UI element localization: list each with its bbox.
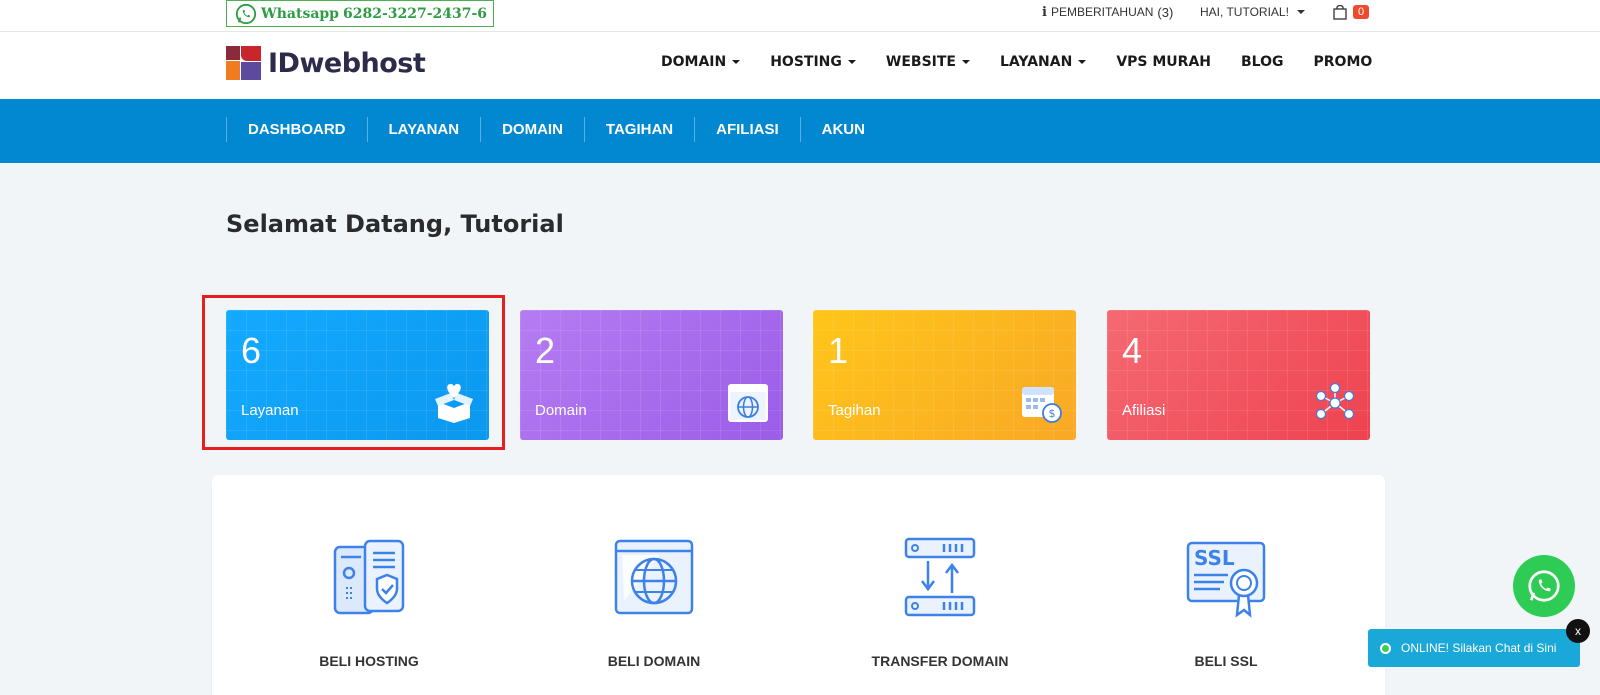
whatsapp-contact-link[interactable]: Whatsapp 6282-3227-2437-6 [226, 0, 495, 27]
client-nav-dashboard[interactable]: DASHBOARD [226, 117, 367, 142]
network-people-icon [1315, 382, 1355, 420]
caret-down-icon [1296, 10, 1305, 14]
nav-item-label: DOMAIN [661, 54, 727, 70]
transfer-domain-action[interactable]: TRANSFER DOMAIN [840, 535, 1040, 669]
user-greeting: HAI, TUTORIAL! [1200, 5, 1289, 19]
svg-text:SSL: SSL [1194, 546, 1235, 570]
user-menu-dropdown[interactable]: HAI, TUTORIAL! [1200, 0, 1305, 24]
buy-domain-action[interactable]: BELI DOMAIN [554, 535, 754, 669]
logo-text: IDwebhost [268, 47, 426, 79]
server-transfer-icon [904, 537, 976, 617]
browser-globe-icon [614, 539, 694, 615]
whatsapp-icon [1528, 570, 1560, 602]
whatsapp-icon [235, 3, 257, 24]
caret-down-icon [732, 60, 741, 64]
whatsapp-chat-button[interactable] [1513, 555, 1575, 617]
nav-item-hosting[interactable]: HOSTING [755, 54, 871, 70]
nav-item-label: PROMO [1313, 54, 1373, 70]
caret-down-icon [847, 60, 856, 64]
main-header: IDwebhost DOMAIN HOSTING WEBSITE LAYANAN VPS… [0, 32, 1600, 99]
welcome-heading: Selamat Datang, Tutorial [226, 210, 564, 238]
ssl-certificate-icon: SSL [1186, 541, 1266, 618]
online-chat-pill[interactable]: ONLINE! Silakan Chat di Sini [1368, 629, 1580, 667]
nav-item-label: BLOG [1241, 54, 1284, 70]
caret-down-icon [961, 60, 970, 64]
nav-item-website[interactable]: WEBSITE [871, 54, 985, 70]
stat-label: Tagihan [828, 402, 881, 419]
client-nav-akun[interactable]: AKUN [799, 117, 886, 142]
idwebhost-logo[interactable]: IDwebhost [226, 46, 426, 80]
caret-down-icon [1078, 60, 1087, 64]
selection-highlight [202, 295, 505, 450]
client-nav-domain[interactable]: DOMAIN [480, 117, 584, 142]
nav-item-domain[interactable]: DOMAIN [646, 54, 755, 70]
nav-item-vps-murah[interactable]: VPS MURAH [1101, 54, 1226, 70]
cart-count-badge: 0 [1353, 5, 1370, 19]
logo-mark-icon [226, 46, 262, 80]
quick-actions-panel: BELI HOSTING BELI DOMAIN TRANSFER DOMAIN [212, 475, 1385, 695]
chat-status-text: ONLINE! Silakan Chat di Sini [1401, 641, 1557, 655]
info-icon: i [1042, 4, 1047, 20]
main-navigation: DOMAIN HOSTING WEBSITE LAYANAN VPS MURAH BLOG… [646, 54, 1387, 70]
calendar-dollar-icon: $ [1022, 387, 1062, 423]
stat-value: 2 [535, 330, 556, 371]
notifications-label: PEMBERITAHUAN [1050, 5, 1154, 19]
stat-value: 1 [828, 330, 849, 371]
stat-card-domain[interactable]: 2 Domain [520, 310, 783, 440]
client-nav-afiliasi[interactable]: AFILIASI [694, 117, 800, 142]
stat-label: Afiliasi [1122, 402, 1166, 419]
nav-item-promo[interactable]: PROMO [1299, 54, 1388, 70]
nav-item-layanan[interactable]: LAYANAN [985, 54, 1101, 70]
whatsapp-number: 6282-3227-2437-6 [342, 5, 488, 22]
buy-hosting-action[interactable]: BELI HOSTING [269, 535, 469, 669]
action-label: BELI HOSTING [319, 653, 419, 669]
svg-text:$: $ [1049, 407, 1056, 420]
buy-ssl-action[interactable]: SSL BELI SSL [1126, 535, 1326, 669]
server-shield-icon [333, 539, 405, 615]
stat-card-tagihan[interactable]: 1 Tagihan $ [813, 310, 1076, 440]
notifications-link[interactable]: i PEMBERITAHUAN (3) [1042, 0, 1173, 24]
close-chat-button[interactable]: x [1566, 619, 1590, 643]
browser-globe-icon [728, 384, 768, 422]
stat-card-afiliasi[interactable]: 4 Afiliasi [1107, 310, 1370, 440]
action-label: BELI SSL [1194, 653, 1258, 669]
action-label: BELI DOMAIN [607, 653, 701, 669]
nav-item-blog[interactable]: BLOG [1226, 54, 1299, 70]
client-nav-tagihan[interactable]: TAGIHAN [583, 117, 694, 142]
client-nav-layanan[interactable]: LAYANAN [366, 117, 481, 142]
stat-label: Domain [535, 402, 587, 419]
online-status-dot [1380, 642, 1391, 654]
client-area-navigation: DASHBOARD LAYANAN DOMAIN TAGIHAN AFILIASI AKU… [0, 99, 1600, 163]
nav-item-label: WEBSITE [885, 54, 956, 70]
stat-value: 4 [1122, 330, 1143, 371]
whatsapp-label: Whatsapp [261, 5, 339, 22]
nav-item-label: LAYANAN [999, 54, 1073, 70]
top-bar: Whatsapp 6282-3227-2437-6 i PEMBERITAHUA… [0, 0, 1600, 32]
nav-item-label: HOSTING [770, 54, 842, 70]
action-label: TRANSFER DOMAIN [871, 653, 1009, 669]
notifications-count: (3) [1157, 4, 1174, 20]
nav-item-label: VPS MURAH [1116, 54, 1211, 70]
shopping-bag-icon [1333, 4, 1347, 20]
cart-link[interactable]: 0 [1333, 0, 1370, 24]
